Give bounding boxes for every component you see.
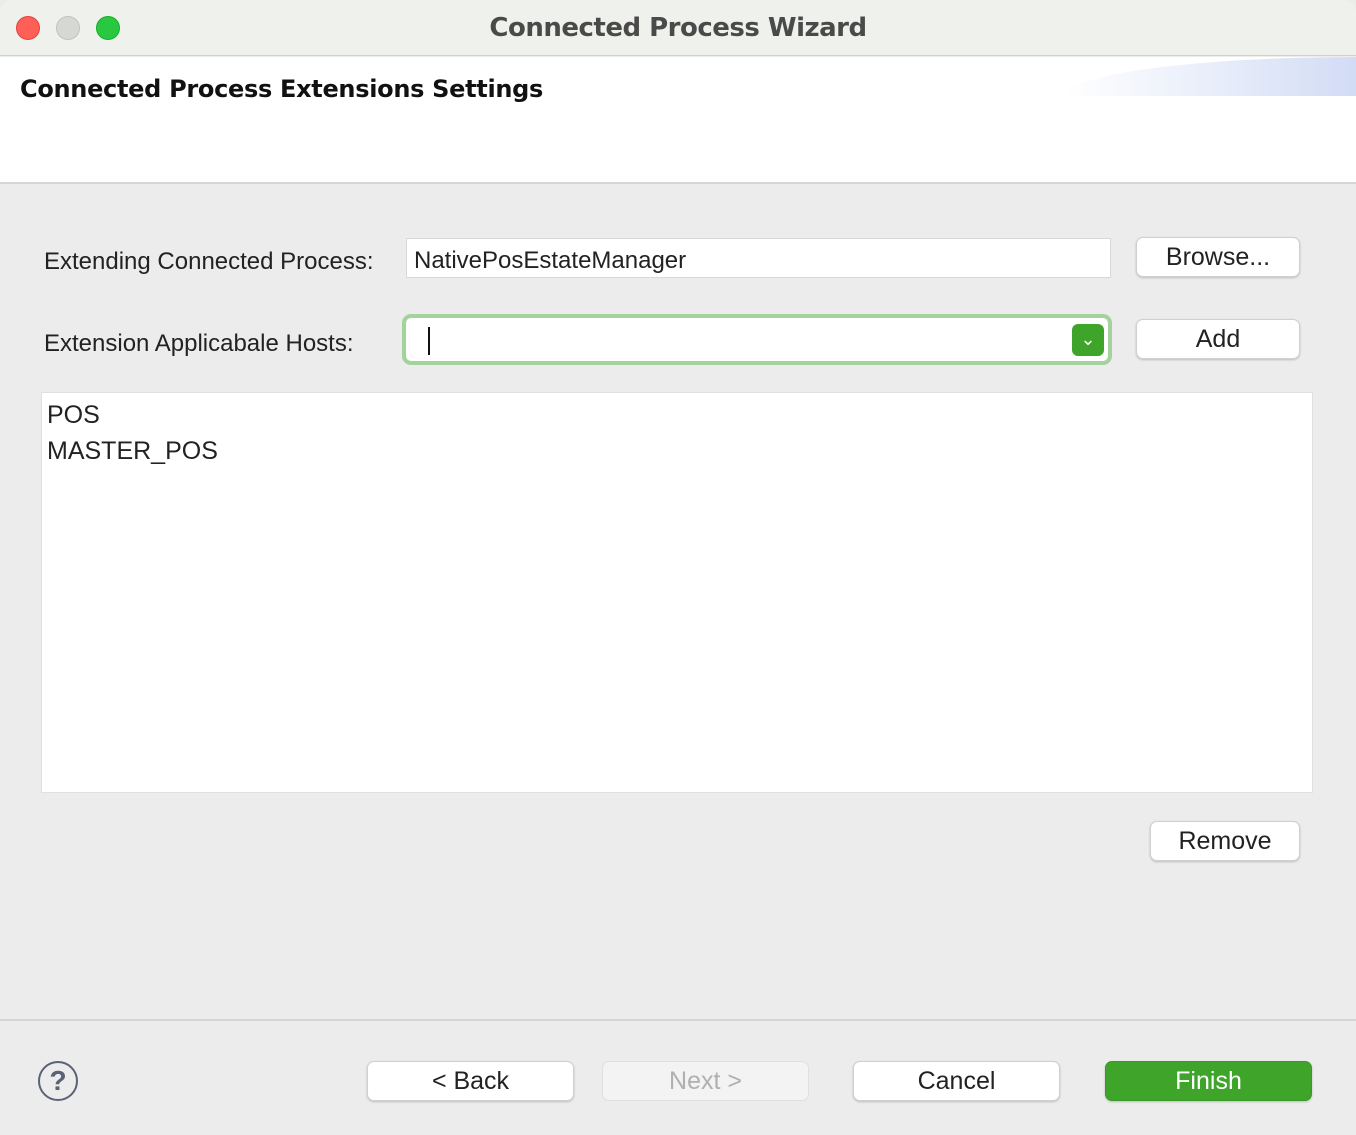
text-cursor <box>428 327 430 355</box>
list-item[interactable]: POS <box>47 397 1307 433</box>
list-item[interactable]: MASTER_POS <box>47 433 1307 469</box>
window-title: Connected Process Wizard <box>489 13 867 43</box>
next-button[interactable]: Next > <box>602 1061 809 1101</box>
process-field[interactable]: NativePosEstateManager <box>406 238 1111 278</box>
wizard-header: Connected Process Extensions Settings <box>0 57 1356 184</box>
back-button[interactable]: < Back <box>367 1061 574 1101</box>
footer-divider <box>0 1019 1356 1021</box>
browse-button[interactable]: Browse... <box>1136 237 1300 277</box>
add-button[interactable]: Add <box>1136 319 1300 359</box>
question-circle-icon[interactable]: ? <box>38 1061 78 1101</box>
title-bar: Connected Process Wizard <box>0 0 1356 56</box>
hosts-list[interactable]: POS MASTER_POS <box>41 392 1313 793</box>
finish-button[interactable]: Finish <box>1105 1061 1312 1101</box>
hosts-label: Extension Applicabale Hosts: <box>44 330 354 357</box>
remove-button[interactable]: Remove <box>1150 821 1300 861</box>
cancel-button[interactable]: Cancel <box>853 1061 1060 1101</box>
process-label: Extending Connected Process: <box>44 248 374 275</box>
hosts-combobox[interactable]: ⌄ <box>402 314 1112 365</box>
header-banner-graphic <box>1066 57 1356 96</box>
page-title: Connected Process Extensions Settings <box>20 75 544 103</box>
chevron-down-icon[interactable]: ⌄ <box>1072 324 1104 356</box>
